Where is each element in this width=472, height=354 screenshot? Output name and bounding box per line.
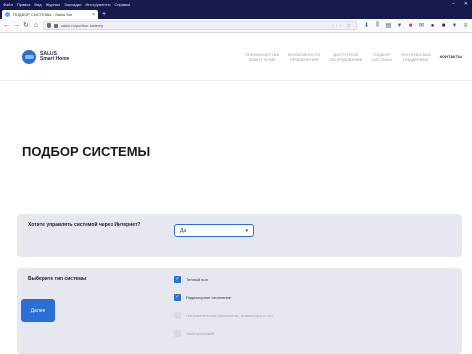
nav-label: КОНТАКТЫ [439,54,462,59]
option-label: Теплый пол [186,277,208,282]
nav-equipment[interactable]: ДОСТУПНОЕ ОБОРУДОВАНИЕ [329,52,362,62]
nav-label: ПОДДЕРЖКА [403,56,429,62]
nav-label: ПОДБОР [373,51,391,57]
option-warm-floor[interactable]: ✓ Теплый пол [174,276,273,283]
screenshot-icon[interactable]: ■ [440,22,447,29]
site-logo[interactable]: SALUS Smart Home [22,49,70,64]
lock-icon[interactable] [53,23,58,28]
mail-icon[interactable]: ✉ [418,22,425,29]
url-bar[interactable]: salus.ru/podbor-sistemy ··· ☆ [42,21,357,30]
shield-icon[interactable] [46,23,51,28]
nav-system-selection[interactable]: ПОДБОР СИСТЕМЫ [371,52,392,62]
chevron-down-icon: ▾ [245,227,248,234]
new-tab-icon[interactable]: + [102,10,106,19]
page-title: ПОДБОР СИСТЕМЫ [22,144,151,159]
extension-icon[interactable]: ▼ [396,22,403,29]
menu-help[interactable]: Справка [114,2,130,7]
reload-icon[interactable]: ↻ [23,19,29,33]
logo-line-2: Smart Home [40,55,70,62]
option-label: Нагревательные (фанкойлы, конвекторы и п… [186,313,274,318]
checkbox-checked-icon[interactable]: ✓ [174,276,181,283]
nav-possibilities[interactable]: ВОЗМОЖНОСТИ ПРИМЕНЕНИЯ [288,52,320,62]
minimize-icon[interactable]: – [452,1,455,7]
salus-logo-icon [22,49,36,64]
window-titlebar: Файл Правка Вид Журнал Закладки Инструме… [0,0,472,9]
page-actions-icon[interactable]: ··· ☆ [332,23,353,29]
nav-contacts[interactable]: КОНТАКТЫ [440,54,462,59]
home-icon[interactable]: ⌂ [33,19,39,33]
nav-advantages[interactable]: ПРЕИМУЩЕСТВА SMART HOME [245,52,279,62]
system-type-label: Выберите тип системы [28,276,87,282]
nav-label: ПРИМЕНЕНИЯ [289,56,319,62]
nav-label: SMART HOME [248,56,276,62]
nav-label: ОБОРУДОВАНИЕ [329,56,363,62]
nav-label: ДОСТУПНОЕ [333,51,359,57]
menu-file[interactable]: Файл [3,2,13,7]
next-button[interactable]: Далее [21,299,55,322]
menu-edit[interactable]: Правка [17,2,31,7]
url-text[interactable]: salus.ru/podbor-sistemy [61,23,329,28]
main-nav: ПРЕИМУЩЕСТВА SMART HOME ВОЗМОЖНОСТИ ПРИМ… [245,52,462,62]
nav-label: ТЕХНИЧЕСКАЯ [400,51,431,57]
nav-label: СИСТЕМЫ [371,56,392,62]
option-radiator-heating[interactable]: ✓ Радиаторное отопление [174,294,273,301]
favicon-icon [5,12,10,17]
library-icon[interactable]: ⫼ [374,22,381,29]
site-header: SALUS Smart Home ПРЕИМУЩЕСТВА SMART HOME… [0,33,472,81]
nav-support[interactable]: ТЕХНИЧЕСКАЯ ПОДДЕРЖКА [401,52,431,62]
close-window-icon[interactable]: ✕ [464,1,468,7]
back-icon[interactable]: ← [3,19,10,33]
forward-icon[interactable]: → [13,19,20,33]
menu-tools[interactable]: Инструменты [86,2,111,7]
checkbox-checked-icon[interactable]: ✓ [174,294,181,301]
tab-title: ПОДБОР СИСТЕМЫ - Salus Sm [13,12,73,17]
internet-select[interactable]: Да ▾ [174,224,254,237]
nav-label: ВОЗМОЖНОСТИ [288,51,321,57]
account-icon[interactable]: ● [429,22,436,29]
option-label: Радиаторное отопление [186,295,232,300]
menu-view[interactable]: Вид [34,2,41,7]
download-icon[interactable]: ⬇ [363,22,370,29]
internet-question-label: Хотите управлять системой через Интернет… [28,222,141,228]
checkbox-disabled-icon [174,312,181,319]
nav-label: ПРЕИМУЩЕСТВА [245,51,280,57]
internet-select-value: Да [180,227,187,234]
system-type-row: Выберите тип системы ✓ Теплый пол ✓ Ради… [17,268,462,354]
menu-bookmarks[interactable]: Закладки [64,2,81,7]
menu-history[interactable]: Журнал [46,2,61,7]
system-type-options: ✓ Теплый пол ✓ Радиаторное отопление Наг… [174,276,273,348]
tab-bar: ПОДБОР СИСТЕМЫ - Salus Sm × + [0,9,472,19]
sidebar-icon[interactable]: ▤ [385,22,392,29]
internet-question-row: Хотите управлять системой через Интернет… [17,214,462,257]
option-heaters: Нагревательные (фанкойлы, конвекторы и п… [174,312,273,319]
addon-icon[interactable]: ■ [407,22,414,29]
translate-icon[interactable]: ▼ [451,22,458,29]
menu-icon[interactable]: ≡ [462,22,469,29]
browser-toolbar: ← → ↻ ⌂ salus.ru/podbor-sistemy ··· ☆ ⬇ … [0,19,472,33]
close-tab-icon[interactable]: × [92,12,95,18]
